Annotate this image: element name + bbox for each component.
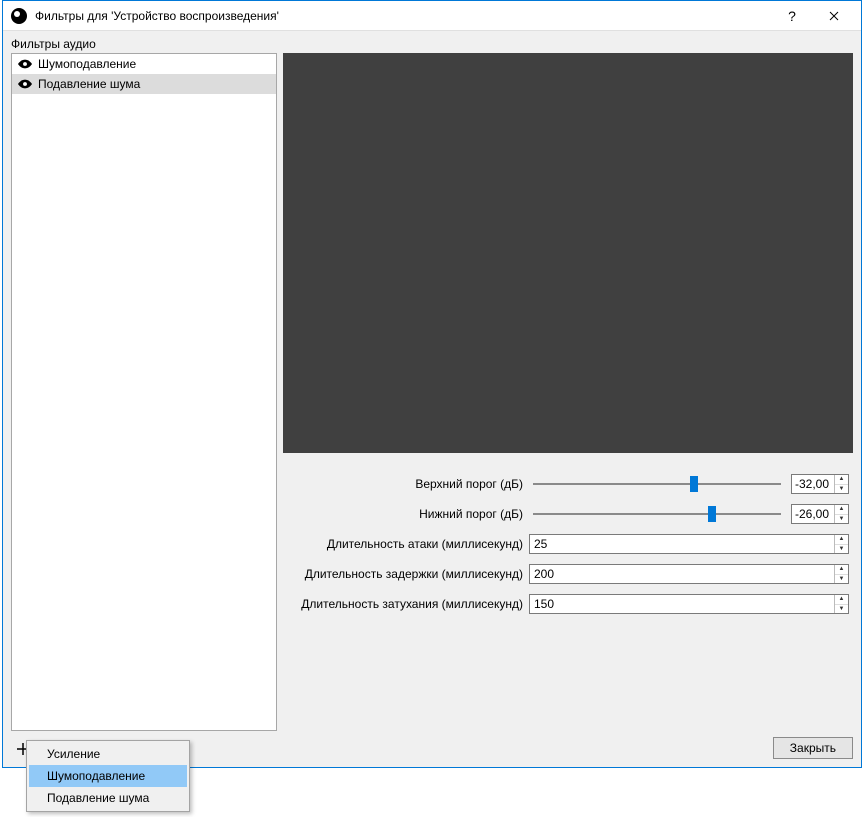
preview-area [283, 53, 853, 453]
menu-item-noise-suppression[interactable]: Шумоподавление [29, 765, 187, 787]
filter-item-noise-suppression[interactable]: Шумоподавление [12, 54, 276, 74]
filter-item-label: Шумоподавление [38, 57, 136, 71]
slider-thumb[interactable] [708, 506, 716, 522]
upper-threshold-spinbox[interactable]: ▲▼ [791, 474, 849, 494]
window-close-button[interactable] [813, 2, 855, 30]
chevron-up-icon[interactable]: ▲ [835, 505, 848, 515]
settings-panel: Верхний порог (дБ) ▲▼ Нижний порог (дБ) [283, 53, 853, 731]
filter-item-noise-gate[interactable]: Подавление шума [12, 74, 276, 94]
chevron-up-icon[interactable]: ▲ [835, 595, 848, 605]
spinner-arrows[interactable]: ▲▼ [834, 595, 848, 613]
chevron-down-icon[interactable]: ▼ [835, 515, 848, 524]
help-button[interactable]: ? [771, 2, 813, 30]
param-lower-threshold: Нижний порог (дБ) ▲▼ [287, 503, 849, 525]
chevron-down-icon[interactable]: ▼ [835, 605, 848, 614]
window-title: Фильтры для 'Устройство воспроизведения' [35, 9, 771, 23]
param-attack: Длительность атаки (миллисекунд) ▲▼ [287, 533, 849, 555]
param-release: Длительность затухания (миллисекунд) ▲▼ [287, 593, 849, 615]
chevron-down-icon[interactable]: ▼ [835, 485, 848, 494]
visibility-icon[interactable] [18, 79, 32, 89]
menu-item-gain[interactable]: Усиление [29, 743, 187, 765]
filters-list[interactable]: Шумоподавление Подавление шума [11, 53, 277, 731]
param-label: Верхний порог (дБ) [287, 477, 523, 491]
top-area: Фильтры аудио Шумоподавление Подавление … [11, 37, 853, 731]
titlebar: Фильтры для 'Устройство воспроизведения'… [3, 1, 861, 31]
chevron-up-icon[interactable]: ▲ [835, 535, 848, 545]
upper-threshold-value[interactable] [792, 475, 834, 493]
attack-spinbox[interactable]: ▲▼ [529, 534, 849, 554]
param-hold: Длительность задержки (миллисекунд) ▲▼ [287, 563, 849, 585]
app-icon [11, 8, 27, 24]
param-label: Длительность задержки (миллисекунд) [287, 567, 523, 581]
chevron-up-icon[interactable]: ▲ [835, 565, 848, 575]
close-button[interactable]: Закрыть [773, 737, 853, 759]
close-icon [829, 11, 839, 21]
chevron-down-icon[interactable]: ▼ [835, 545, 848, 554]
hold-value[interactable] [530, 565, 834, 583]
chevron-down-icon[interactable]: ▼ [835, 575, 848, 584]
parameters: Верхний порог (дБ) ▲▼ Нижний порог (дБ) [283, 453, 853, 621]
param-label: Нижний порог (дБ) [287, 507, 523, 521]
menu-item-noise-gate[interactable]: Подавление шума [29, 787, 187, 809]
param-label: Длительность атаки (миллисекунд) [287, 537, 523, 551]
dialog-body: Фильтры аудио Шумоподавление Подавление … [3, 31, 861, 767]
chevron-up-icon[interactable]: ▲ [835, 475, 848, 485]
spinner-arrows[interactable]: ▲▼ [834, 505, 848, 523]
slider-thumb[interactable] [690, 476, 698, 492]
spinner-arrows[interactable]: ▲▼ [834, 475, 848, 493]
attack-value[interactable] [530, 535, 834, 553]
spinner-arrows[interactable]: ▲▼ [834, 535, 848, 553]
param-upper-threshold: Верхний порог (дБ) ▲▼ [287, 473, 849, 495]
upper-threshold-slider[interactable] [529, 474, 785, 494]
visibility-icon[interactable] [18, 59, 32, 69]
filters-panel: Фильтры аудио Шумоподавление Подавление … [11, 37, 277, 731]
hold-spinbox[interactable]: ▲▼ [529, 564, 849, 584]
spinner-arrows[interactable]: ▲▼ [834, 565, 848, 583]
lower-threshold-spinbox[interactable]: ▲▼ [791, 504, 849, 524]
lower-threshold-value[interactable] [792, 505, 834, 523]
param-label: Длительность затухания (миллисекунд) [287, 597, 523, 611]
lower-threshold-slider[interactable] [529, 504, 785, 524]
add-filter-menu[interactable]: Усиление Шумоподавление Подавление шума [26, 740, 190, 812]
release-spinbox[interactable]: ▲▼ [529, 594, 849, 614]
release-value[interactable] [530, 595, 834, 613]
filters-heading: Фильтры аудио [11, 37, 277, 51]
filters-dialog: Фильтры для 'Устройство воспроизведения'… [2, 0, 862, 768]
filter-item-label: Подавление шума [38, 77, 140, 91]
